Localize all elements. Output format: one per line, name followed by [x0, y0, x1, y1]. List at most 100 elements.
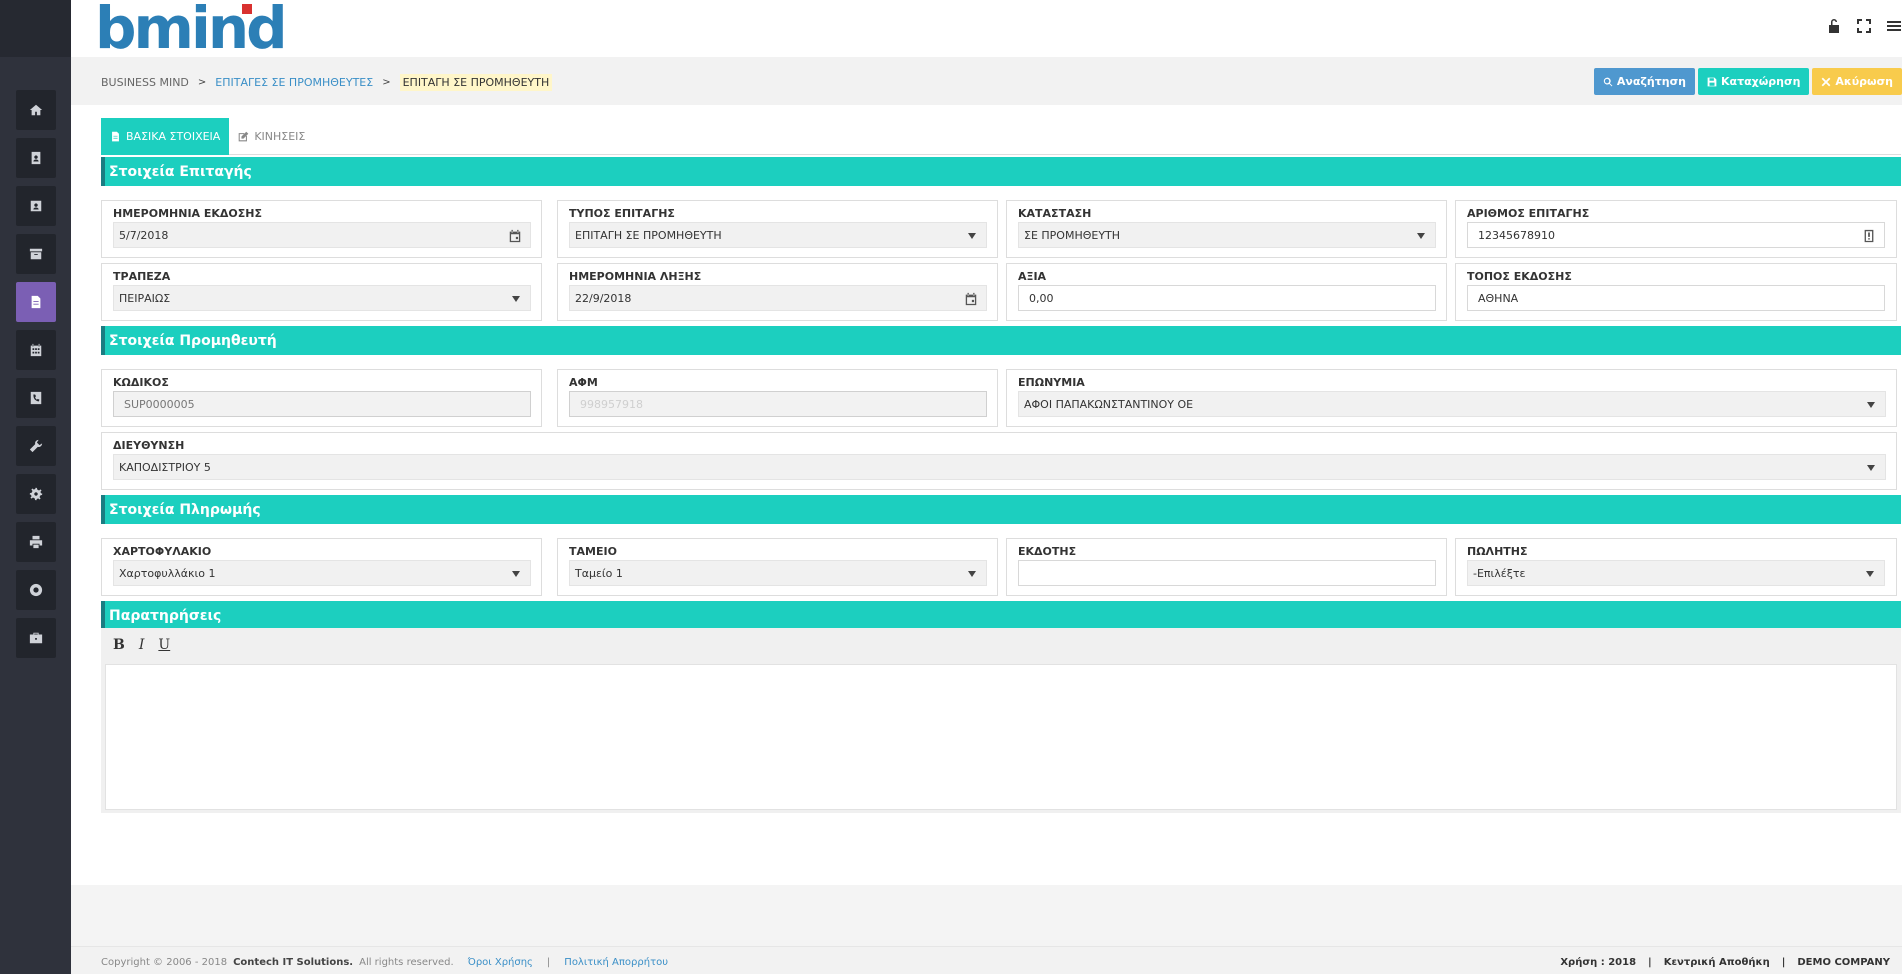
- caret-down-icon: [968, 233, 976, 239]
- caret-down-icon: [1867, 465, 1875, 471]
- check-number-input[interactable]: 12345678910: [1467, 222, 1885, 248]
- notes-textarea[interactable]: [105, 664, 1897, 810]
- nav-settings[interactable]: [16, 474, 56, 514]
- calendar-picker[interactable]: [964, 292, 978, 309]
- cashbox-select[interactable]: Ταμείο 1: [569, 560, 987, 586]
- menu-icon[interactable]: [1886, 18, 1902, 34]
- status-select[interactable]: ΣΕ ΠΡΟΜΗΘΕΥΤΗ: [1018, 222, 1436, 248]
- breadcrumb-home[interactable]: BUSINESS MIND: [101, 76, 189, 89]
- field-seller: ΠΩΛΗΤΗΣ -Επιλέξτε: [1455, 538, 1897, 596]
- field-label: ΔΙΕΥΘΥΝΣΗ: [113, 439, 185, 452]
- footer-divider: |: [546, 957, 551, 968]
- field-portfolio: ΧΑΡΤΟΦΥΛΑΚΙΟ Χαρτοφυλλάκιο 1: [101, 538, 542, 596]
- calendar-icon: [509, 229, 521, 243]
- nav-address-book[interactable]: [16, 138, 56, 178]
- nav-home[interactable]: [16, 90, 56, 130]
- vat-number-input[interactable]: 998957918: [569, 391, 987, 417]
- home-icon: [29, 104, 43, 116]
- amount-input[interactable]: 0,00: [1018, 285, 1436, 311]
- italic-button[interactable]: I: [139, 637, 145, 653]
- select-value: Χαρτοφυλλάκιο 1: [119, 566, 216, 580]
- breadcrumb-current: ΕΠΙΤΑΓΗ ΣΕ ΠΡΟΜΗΘΕΥΤΗ: [399, 74, 553, 91]
- input-value: 998957918: [580, 397, 643, 411]
- address-select[interactable]: ΚΑΠΟΔΙΣΤΡΙΟΥ 5: [113, 454, 1886, 480]
- tab-movements[interactable]: ΚΙΝΗΣΕΙΣ: [229, 118, 314, 155]
- supplier-code-input[interactable]: SUP0000005: [113, 391, 531, 417]
- breadcrumb-bar: BUSINESS MIND > ΕΠΙΤΑΓΕΣ ΣΕ ΠΡΟΜΗΘΕΥΤΕΣ …: [71, 57, 1902, 105]
- nav-briefcase[interactable]: [16, 618, 56, 658]
- archive-icon: [29, 248, 43, 260]
- field-bank: ΤΡΑΠΕΖΑ ΠΕΙΡΑΙΩΣ: [101, 263, 542, 321]
- field-label: ΤΥΠΟΣ ΕΠΙΤΑΓΗΣ: [569, 207, 675, 220]
- footer-divider: |: [1648, 957, 1652, 968]
- caret-down-icon: [968, 571, 976, 577]
- field-label: ΑΦΜ: [569, 376, 598, 389]
- terms-link[interactable]: Όροι Χρήσης: [468, 957, 533, 968]
- issue-date-input[interactable]: 5/7/2018: [113, 222, 531, 248]
- section-title: Παρατηρήσεις: [109, 607, 222, 624]
- tab-basic-info-label: ΒΑΣΙΚΑ ΣΤΟΙΧΕΙΑ: [126, 130, 221, 143]
- calendar-icon: [30, 343, 42, 357]
- bold-button[interactable]: B: [113, 637, 125, 653]
- warehouse-name: Κεντρική Αποθήκη: [1663, 957, 1770, 968]
- top-header: bmind: [71, 0, 1902, 57]
- footer-left: Copyright © 2006 - 2018 Contech IT Solut…: [101, 957, 668, 968]
- nav-documents[interactable]: [16, 282, 56, 322]
- id-card-button[interactable]: [1862, 229, 1876, 246]
- search-button[interactable]: Αναζήτηση: [1593, 68, 1695, 95]
- section-title: Στοιχεία Πληρωμής: [109, 501, 261, 518]
- nav-calendar[interactable]: [16, 330, 56, 370]
- field-check-type: ΤΥΠΟΣ ΕΠΙΤΑΓΗΣ ΕΠΙΤΑΓΗ ΣΕ ΠΡΟΜΗΘΕΥΤΗ: [557, 200, 998, 258]
- bank-select[interactable]: ΠΕΙΡΑΙΩΣ: [113, 285, 531, 311]
- field-label: ΧΑΡΤΟΦΥΛΑΚΙΟ: [113, 545, 212, 558]
- field-label: ΚΑΤΑΣΤΑΣΗ: [1018, 207, 1092, 220]
- fiscal-year: Χρήση : 2018: [1560, 957, 1637, 968]
- select-value: ΕΠΙΤΑΓΗ ΣΕ ΠΡΟΜΗΘΕΥΤΗ: [575, 228, 722, 242]
- nav-tools[interactable]: [16, 426, 56, 466]
- due-date-input[interactable]: 22/9/2018: [569, 285, 987, 311]
- field-check-number: ΑΡΙΘΜΟΣ ΕΠΙΤΑΓΗΣ 12345678910: [1455, 200, 1897, 258]
- app-logo[interactable]: bmind: [95, 0, 288, 57]
- breadcrumb-separator: >: [382, 77, 391, 88]
- nav-print[interactable]: [16, 522, 56, 562]
- breadcrumb-checks-list[interactable]: ΕΠΙΤΑΓΕΣ ΣΕ ΠΡΟΜΗΘΕΥΤΕΣ: [215, 76, 373, 89]
- breadcrumb: BUSINESS MIND > ΕΠΙΤΑΓΕΣ ΣΕ ΠΡΟΜΗΘΕΥΤΕΣ …: [101, 74, 553, 91]
- field-status: ΚΑΤΑΣΤΑΣΗ ΣΕ ΠΡΟΜΗΘΕΥΤΗ: [1006, 200, 1447, 258]
- issuer-input[interactable]: [1018, 560, 1436, 586]
- supplier-name-select[interactable]: ΑΦΟΙ ΠΑΠΑΚΩΝΣΤΑΝΤΙΝΟΥ ΟΕ: [1018, 391, 1886, 417]
- nav-phonebook[interactable]: [16, 378, 56, 418]
- portfolio-select[interactable]: Χαρτοφυλλάκιο 1: [113, 560, 531, 586]
- cancel-button[interactable]: Ακύρωση: [1812, 68, 1902, 95]
- field-due-date: ΗΜΕΡΟΜΗΝΙΑ ΛΗΞΗΣ 22/9/2018: [557, 263, 998, 321]
- field-label: ΑΡΙΘΜΟΣ ΕΠΙΤΑΓΗΣ: [1467, 207, 1590, 220]
- fullscreen-icon[interactable]: [1856, 18, 1872, 34]
- privacy-link[interactable]: Πολιτική Απορρήτου: [564, 957, 668, 968]
- company-label: DEMO COMPANY: [1797, 957, 1890, 968]
- breadcrumb-separator: >: [197, 77, 207, 88]
- sidebar: [0, 0, 71, 974]
- seller-select[interactable]: -Επιλέξτε: [1467, 560, 1885, 586]
- nav-contacts[interactable]: [16, 186, 56, 226]
- tab-basic-info[interactable]: ΒΑΣΙΚΑ ΣΤΟΙΧΕΙΑ: [101, 118, 230, 155]
- save-button[interactable]: Καταχώρηση: [1697, 68, 1810, 95]
- underline-button[interactable]: U: [158, 637, 170, 653]
- caret-down-icon: [1417, 233, 1425, 239]
- issue-place-input[interactable]: ΑΘΗΝΑ: [1467, 285, 1885, 311]
- field-label: ΗΜΕΡΟΜΗΝΙΑ ΕΚΔΟΣΗΣ: [113, 207, 263, 220]
- printer-icon: [29, 535, 43, 549]
- caret-down-icon: [1866, 571, 1874, 577]
- input-value: 12345678910: [1478, 228, 1555, 242]
- nav-archive[interactable]: [16, 234, 56, 274]
- nav-support[interactable]: [16, 570, 56, 610]
- footer-divider: |: [1781, 957, 1786, 968]
- tab-bar: ΒΑΣΙΚΑ ΣΤΟΙΧΕΙΑ ΚΙΝΗΣΕΙΣ: [101, 118, 1901, 155]
- field-issuer: ΕΚΔΟΤΗΣ: [1006, 538, 1447, 596]
- check-type-select[interactable]: ΕΠΙΤΑΓΗ ΣΕ ΠΡΟΜΗΘΕΥΤΗ: [569, 222, 987, 248]
- copyright-text: Copyright © 2006 - 2018: [101, 957, 228, 968]
- edit-icon: [239, 131, 249, 142]
- input-value: ΑΘΗΝΑ: [1478, 291, 1519, 305]
- field-label: ΗΜΕΡΟΜΗΝΙΑ ΛΗΞΗΣ: [569, 270, 702, 283]
- calendar-picker[interactable]: [508, 229, 522, 246]
- action-buttons: Αναζήτηση Καταχώρηση Ακύρωση: [1593, 68, 1902, 95]
- unlock-icon[interactable]: [1826, 18, 1842, 34]
